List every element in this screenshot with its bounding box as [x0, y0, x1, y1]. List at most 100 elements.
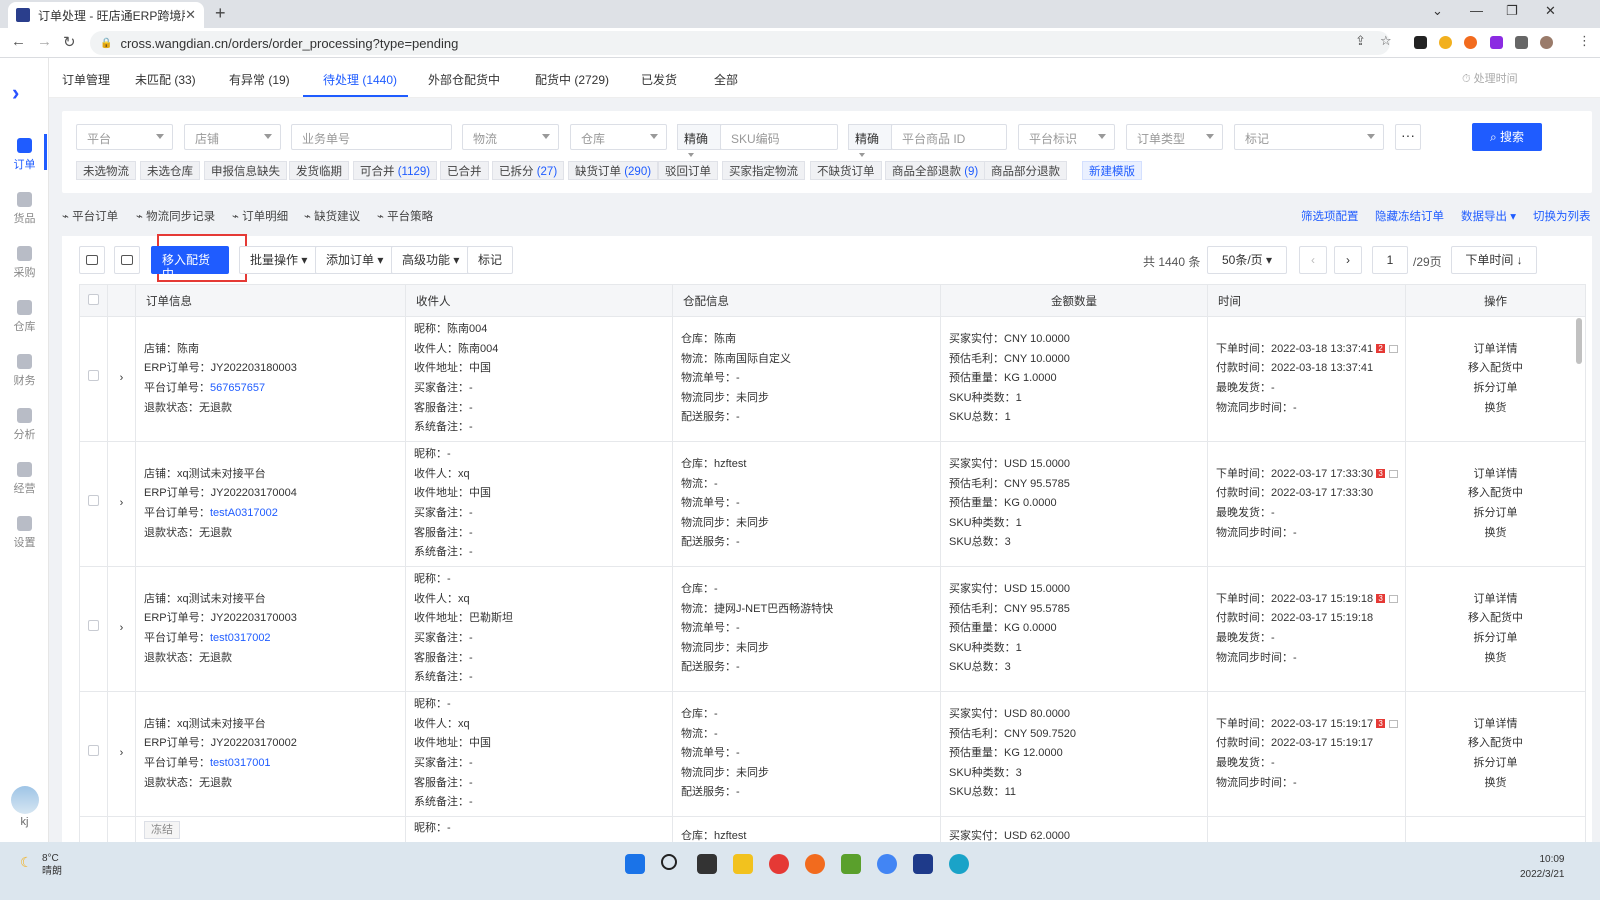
task-view-icon[interactable]: [697, 854, 717, 874]
op-move-to-allocation[interactable]: 移入配货中: [1406, 734, 1585, 754]
extension-icon[interactable]: [1439, 36, 1452, 49]
close-tab-icon[interactable]: ✕: [185, 7, 196, 23]
sidebar-item-orders[interactable]: 订单: [0, 134, 49, 172]
link-switch-list[interactable]: 切换为列表: [1533, 208, 1591, 224]
search-icon[interactable]: [661, 854, 677, 870]
platform-mark-select[interactable]: 平台标识: [1018, 124, 1115, 150]
op-exchange[interactable]: 换货: [1406, 399, 1585, 419]
row-select-cell[interactable]: [79, 691, 108, 817]
sidebar-item-analysis[interactable]: 分析: [0, 408, 49, 442]
precise-select[interactable]: 精确: [677, 124, 721, 157]
link-logistics-sync[interactable]: ⌁ 物流同步记录: [136, 208, 215, 224]
app-icon[interactable]: [841, 854, 861, 874]
new-template-button[interactable]: 新建模版: [1082, 161, 1142, 180]
notepad-icon[interactable]: [913, 854, 933, 874]
business-no-input[interactable]: 业务单号: [291, 124, 452, 150]
minimize-icon[interactable]: —: [1470, 3, 1483, 18]
row-checkbox[interactable]: [88, 745, 99, 757]
row-checkbox[interactable]: [88, 370, 99, 382]
process-time-button[interactable]: ⏱ 处理时间: [1462, 70, 1518, 86]
next-page-button[interactable]: ›: [1334, 246, 1362, 274]
app-icon[interactable]: [769, 854, 789, 874]
tab-pending[interactable]: 待处理 (1440): [323, 71, 397, 88]
system-clock[interactable]: 10:09 2022/3/21: [1520, 852, 1565, 882]
table-row[interactable]: › 店铺：xq测试未对接平台 ERP订单号：JY202203170002 平台订单号：…: [79, 691, 1586, 817]
move-to-allocation-button[interactable]: 移入配货中: [151, 246, 229, 281]
mark-button[interactable]: 标记: [467, 246, 514, 274]
tab-abnormal[interactable]: 有异常 (19): [229, 71, 290, 88]
page-size-select[interactable]: 50条/页 ▾: [1207, 246, 1287, 274]
row-select-cell[interactable]: [79, 566, 108, 692]
table-row[interactable]: › 店铺：xq测试未对接平台 ERP订单号：JY202203170004 平台订单号：…: [79, 441, 1586, 567]
share-icon[interactable]: ⇪: [1355, 33, 1366, 49]
batch-ops-button[interactable]: 批量操作 ▾: [239, 246, 319, 274]
link-filter-config[interactable]: 筛选项配置: [1301, 208, 1359, 224]
page-input[interactable]: 1: [1372, 246, 1408, 274]
tab-allocating[interactable]: 配货中 (2729): [535, 71, 609, 88]
tab-unmatched[interactable]: 未匹配 (33): [135, 71, 196, 88]
sidebar-item-finance[interactable]: 财务: [0, 354, 49, 388]
chip-out-of-stock[interactable]: 缺货订单 (290): [568, 161, 659, 180]
chip-no-warehouse[interactable]: 未选仓库: [140, 161, 200, 180]
chip-in-stock[interactable]: 不缺货订单: [810, 161, 882, 180]
tab-external-warehouse[interactable]: 外部仓配货中: [428, 71, 500, 88]
chip-partial-refund[interactable]: 商品部分退款: [984, 161, 1067, 180]
sidebar-item-warehouse[interactable]: 仓库: [0, 300, 49, 334]
sidebar-item-settings[interactable]: 设置: [0, 516, 49, 550]
platform-no-link[interactable]: 567657657: [210, 382, 265, 394]
advanced-button[interactable]: 高级功能 ▾: [391, 246, 471, 274]
sort-select[interactable]: 下单时间 ↓: [1451, 246, 1537, 274]
tab-search-icon[interactable]: ⌄: [1432, 3, 1443, 19]
logistics-select[interactable]: 物流: [462, 124, 559, 150]
extension-icon[interactable]: [1414, 36, 1427, 49]
row-expand-icon[interactable]: ›: [107, 441, 136, 567]
link-data-export[interactable]: 数据导出 ▾: [1461, 208, 1516, 224]
platform-no-link[interactable]: test0317001: [210, 757, 271, 769]
chip-ship-deadline[interactable]: 发货临期: [289, 161, 349, 180]
new-tab-icon[interactable]: +: [215, 3, 226, 24]
reload-icon[interactable]: ↻: [63, 33, 76, 51]
platform-select[interactable]: 平台: [76, 124, 173, 150]
op-move-to-allocation[interactable]: 移入配货中: [1406, 609, 1585, 629]
op-split-order[interactable]: 拆分订单: [1406, 379, 1585, 399]
op-order-detail[interactable]: 订单详情: [1406, 715, 1585, 735]
start-menu-icon[interactable]: [625, 854, 645, 874]
chip-split[interactable]: 已拆分 (27): [492, 161, 565, 180]
prev-page-button[interactable]: ‹: [1299, 246, 1327, 274]
profile-icon[interactable]: [1540, 36, 1553, 49]
add-order-button[interactable]: 添加订单 ▾: [315, 246, 395, 274]
row-expand-icon[interactable]: ›: [107, 316, 136, 442]
platform-goods-id-input[interactable]: 平台商品 ID: [891, 124, 1007, 150]
row-expand-icon[interactable]: ›: [107, 691, 136, 817]
row-expand-icon[interactable]: ›: [107, 566, 136, 692]
op-split-order[interactable]: 拆分订单: [1406, 629, 1585, 649]
select-icon[interactable]: [114, 246, 140, 274]
puzzle-icon[interactable]: [1515, 36, 1528, 49]
chip-buyer-logistics[interactable]: 买家指定物流: [722, 161, 805, 180]
sidebar-item-goods[interactable]: 货品: [0, 192, 49, 226]
op-exchange[interactable]: 换货: [1406, 649, 1585, 669]
order-type-select[interactable]: 订单类型: [1126, 124, 1223, 150]
link-platform-strategy[interactable]: ⌁ 平台策略: [377, 208, 433, 224]
extension-icon[interactable]: [1464, 36, 1477, 49]
link-hide-frozen[interactable]: 隐藏冻结订单: [1375, 208, 1444, 224]
link-stock-advice[interactable]: ⌁ 缺货建议: [304, 208, 360, 224]
menu-dots-icon[interactable]: ⋮: [1578, 33, 1591, 49]
link-platform-orders[interactable]: ⌁ 平台订单: [62, 208, 118, 224]
op-exchange[interactable]: 换货: [1406, 524, 1585, 544]
sidebar-item-operation[interactable]: 经营: [0, 462, 49, 496]
file-explorer-icon[interactable]: [733, 854, 753, 874]
op-split-order[interactable]: 拆分订单: [1406, 504, 1585, 524]
chip-merged[interactable]: 已合并: [440, 161, 489, 180]
table-row[interactable]: › 店铺：xq测试未对接平台 ERP订单号：JY202203170003 平台订单号：…: [79, 566, 1586, 692]
chip-declaration-missing[interactable]: 申报信息缺失: [204, 161, 287, 180]
app-icon[interactable]: [949, 854, 969, 874]
expand-icon[interactable]: [79, 246, 105, 274]
forward-icon[interactable]: →: [37, 33, 52, 50]
weather-widget[interactable]: 8°C 晴朗: [42, 852, 62, 878]
browser-tab[interactable]: 订单处理 - 旺店通ERP跨境版 ✕: [8, 2, 204, 28]
platform-no-link[interactable]: testA0317002: [210, 507, 278, 519]
avatar[interactable]: [11, 786, 39, 814]
mark-select[interactable]: 标记: [1234, 124, 1384, 150]
chip-rejected[interactable]: 驳回订单: [658, 161, 718, 180]
